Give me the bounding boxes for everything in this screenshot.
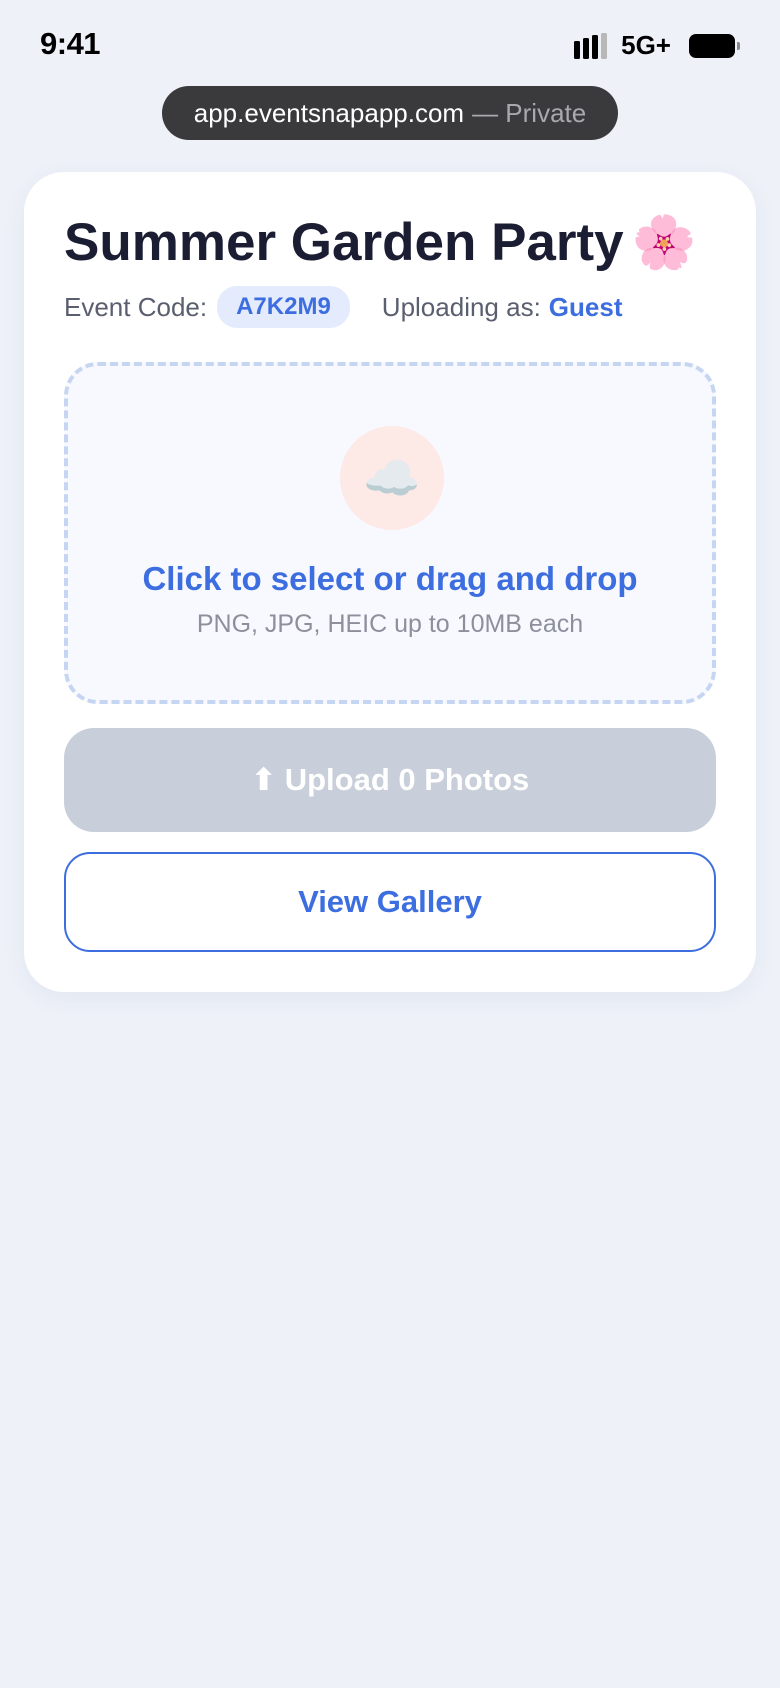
gallery-button-label: View Gallery [298,884,482,919]
photo-dropzone[interactable]: ☁️ Click to select or drag and drop PNG,… [64,362,716,704]
page-title: Summer Garden Party 🌸 [64,212,696,273]
event-title-text: Summer Garden Party [64,213,624,272]
status-indicators: 5G+ [574,30,740,61]
upload-card: Summer Garden Party 🌸 Event Code: A7K2M9 … [24,172,756,992]
event-meta: Event Code: A7K2M9 Uploading as: Guest [64,286,622,328]
cloud-upload-icon: ☁️ [340,426,444,530]
event-code-label: Event Code: [64,291,208,322]
battery-icon [689,33,740,58]
dropzone-title: Click to select or drag and drop [142,560,638,597]
view-gallery-button[interactable]: View Gallery [64,852,716,952]
private-mode-label: — Private [472,97,587,128]
upload-button-label: Upload 0 Photos [284,762,530,797]
cellular-signal-icon [574,32,608,59]
upload-photos-button[interactable]: ⬆ Upload 0 Photos [64,728,716,832]
status-bar: 9:41 5G+ [0,0,780,80]
address-bar[interactable]: app.eventsnapapp.com — Private [162,86,618,140]
event-code-badge: A7K2M9 [217,286,350,328]
upload-arrow-icon: ⬆ [250,762,277,797]
status-time: 9:41 [40,26,101,61]
url-text: app.eventsnapapp.com [193,97,465,128]
network-type: 5G+ [621,30,671,60]
uploader-label: Uploading as: [381,291,541,322]
dropzone-hint: PNG, JPG, HEIC up to 10MB each [196,610,584,638]
uploader-name: Guest [548,291,623,322]
flower-icon: 🌸 [631,214,697,272]
